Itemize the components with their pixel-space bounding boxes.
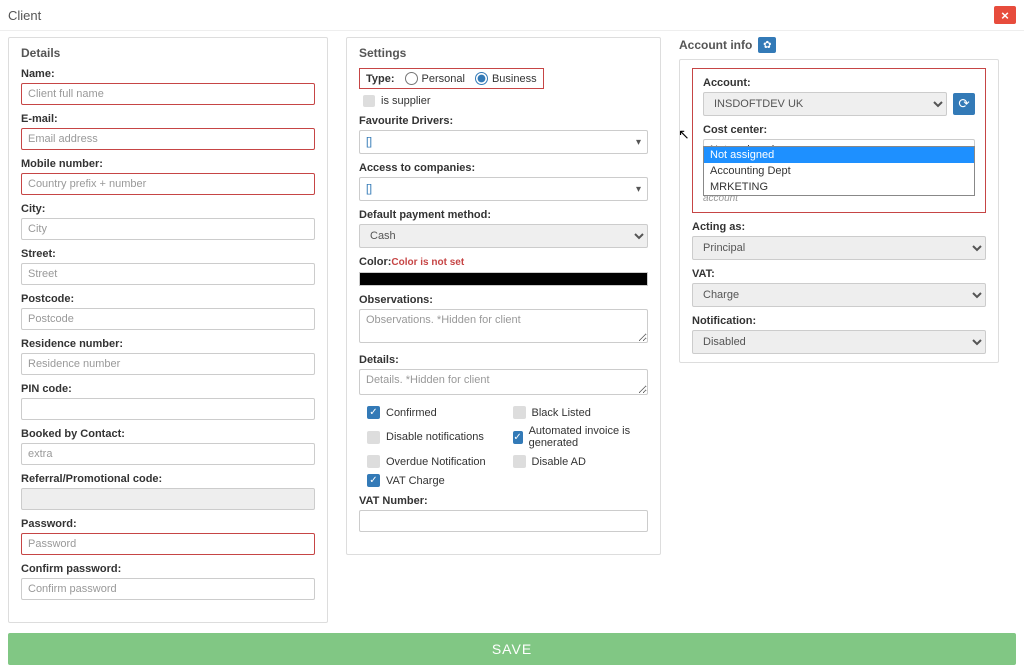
- header: Client ×: [0, 0, 1024, 31]
- confirm-label: Confirm password:: [21, 563, 315, 575]
- access-companies-select[interactable]: []: [359, 177, 648, 201]
- disable-notifications-label: Disable notifications: [386, 431, 484, 443]
- access-companies-label: Access to companies:: [359, 162, 648, 174]
- is-supplier-checkbox[interactable]: [363, 95, 375, 107]
- details-title: Details: [21, 46, 315, 60]
- observations-label: Observations:: [359, 294, 648, 306]
- blacklisted-label: Black Listed: [532, 407, 591, 419]
- street-label: Street:: [21, 248, 315, 260]
- notification-label: Notification:: [692, 315, 986, 327]
- details-label: Details:: [359, 354, 648, 366]
- booked-input[interactable]: [21, 443, 315, 465]
- booked-label: Booked by Contact:: [21, 428, 315, 440]
- notification-select[interactable]: Disabled: [692, 330, 986, 354]
- type-label: Type:: [366, 73, 395, 85]
- blacklisted-checkbox[interactable]: [513, 406, 526, 419]
- vat-label: VAT:: [692, 268, 986, 280]
- save-button[interactable]: SAVE: [8, 633, 1016, 665]
- chevron-down-icon: [636, 183, 641, 195]
- color-swatch[interactable]: [359, 272, 648, 286]
- vat-number-label: VAT Number:: [359, 495, 648, 507]
- account-label: Account:: [703, 77, 975, 89]
- email-label: E-mail:: [21, 113, 315, 125]
- pin-label: PIN code:: [21, 383, 315, 395]
- vat-charge-label: VAT Charge: [386, 475, 445, 487]
- type-business-radio[interactable]: [475, 72, 488, 85]
- account-settings-button[interactable]: ✿: [758, 37, 776, 53]
- color-hint: Color is not set: [391, 257, 464, 268]
- observations-input[interactable]: [359, 309, 648, 343]
- disable-notifications-checkbox[interactable]: [367, 431, 380, 444]
- type-group: Type: Personal Business: [359, 68, 544, 89]
- email-input[interactable]: [21, 128, 315, 150]
- reload-account-button[interactable]: ⟳: [953, 93, 975, 115]
- cost-center-option[interactable]: Accounting Dept: [704, 163, 974, 179]
- type-personal-radio[interactable]: [405, 72, 418, 85]
- account-highlight-box: Account: INSDOFTDEV UK ⟳ Cost center: No…: [692, 68, 986, 213]
- favourite-drivers-select[interactable]: []: [359, 130, 648, 154]
- gear-icon: ✿: [763, 40, 771, 51]
- details-input[interactable]: [359, 369, 648, 395]
- referral-input[interactable]: [21, 488, 315, 510]
- favourite-drivers-value: []: [366, 136, 372, 148]
- vat-charge-checkbox[interactable]: ✓: [367, 474, 380, 487]
- account-column: Account info ✿ Account: INSDOFTDEV UK ⟳ …: [679, 37, 999, 363]
- vat-select[interactable]: Charge: [692, 283, 986, 307]
- is-supplier-row: is supplier: [363, 95, 648, 107]
- account-select[interactable]: INSDOFTDEV UK: [703, 92, 947, 116]
- confirm-input[interactable]: [21, 578, 315, 600]
- acting-as-select[interactable]: Principal: [692, 236, 986, 260]
- auto-invoice-label: Automated invoice is generated: [529, 425, 648, 449]
- account-title: Account info: [679, 38, 752, 52]
- password-input[interactable]: [21, 533, 315, 555]
- confirmed-checkbox[interactable]: ✓: [367, 406, 380, 419]
- type-personal-label: Personal: [422, 73, 465, 85]
- acting-as-label: Acting as:: [692, 221, 986, 233]
- color-label: Color:Color is not set: [359, 256, 648, 268]
- payment-method-select[interactable]: Cash: [359, 224, 648, 248]
- disable-ad-label: Disable AD: [532, 456, 586, 468]
- disable-ad-checkbox[interactable]: [513, 455, 526, 468]
- pin-input[interactable]: [21, 398, 315, 420]
- type-business-label: Business: [492, 73, 537, 85]
- name-input[interactable]: [21, 83, 315, 105]
- password-label: Password:: [21, 518, 315, 530]
- postcode-label: Postcode:: [21, 293, 315, 305]
- access-companies-value: []: [366, 183, 372, 195]
- refresh-icon: ⟳: [958, 96, 969, 112]
- city-input[interactable]: [21, 218, 315, 240]
- cost-center-label: Cost center:: [703, 124, 975, 136]
- vat-number-input[interactable]: [359, 510, 648, 532]
- cost-center-dropdown: Not assigned Accounting Dept MRKETING: [703, 146, 975, 196]
- settings-panel: Settings Type: Personal Business is supp…: [346, 37, 661, 555]
- favourite-drivers-label: Favourite Drivers:: [359, 115, 648, 127]
- city-label: City:: [21, 203, 315, 215]
- is-supplier-label: is supplier: [381, 95, 431, 107]
- auto-invoice-checkbox[interactable]: ✓: [513, 431, 523, 444]
- residence-input[interactable]: [21, 353, 315, 375]
- cost-center-option[interactable]: Not assigned: [704, 147, 974, 163]
- close-button[interactable]: ×: [994, 6, 1016, 24]
- mobile-label: Mobile number:: [21, 158, 315, 170]
- postcode-input[interactable]: [21, 308, 315, 330]
- payment-method-label: Default payment method:: [359, 209, 648, 221]
- referral-label: Referral/Promotional code:: [21, 473, 315, 485]
- confirmed-label: Confirmed: [386, 407, 437, 419]
- overdue-label: Overdue Notification: [386, 456, 486, 468]
- cost-center-option[interactable]: MRKETING: [704, 179, 974, 195]
- name-label: Name:: [21, 68, 315, 80]
- page-title: Client: [8, 8, 41, 23]
- residence-label: Residence number:: [21, 338, 315, 350]
- settings-title: Settings: [359, 46, 648, 60]
- mobile-input[interactable]: [21, 173, 315, 195]
- chevron-down-icon: [636, 136, 641, 148]
- overdue-checkbox[interactable]: [367, 455, 380, 468]
- details-panel: Details Name: E-mail: Mobile number: Cit…: [8, 37, 328, 623]
- street-input[interactable]: [21, 263, 315, 285]
